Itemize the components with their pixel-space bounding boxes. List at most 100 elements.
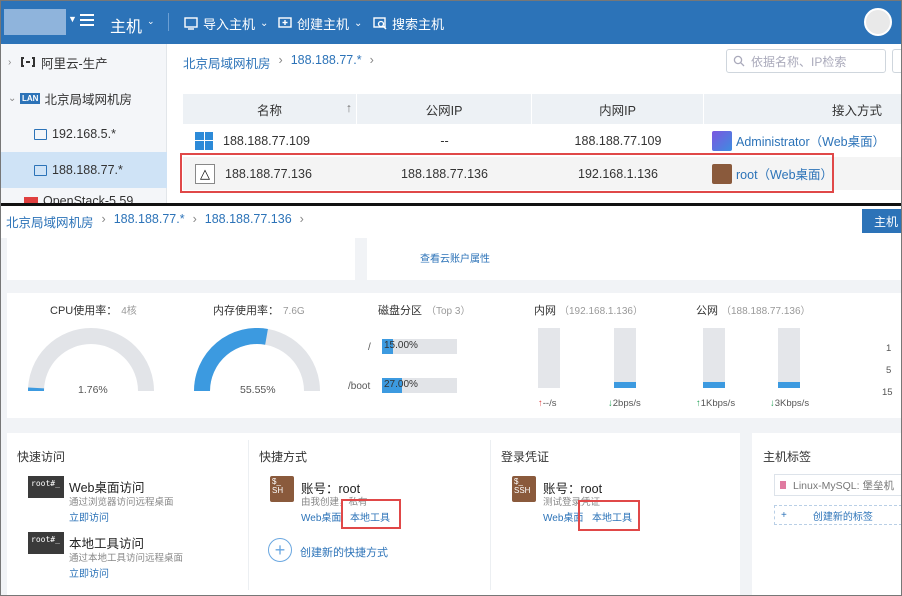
divider [248, 440, 249, 590]
tag-icon [780, 481, 786, 489]
public-down-rate: ↓3Kbps/s [770, 398, 809, 409]
disk-pct: 27.00% [384, 379, 418, 390]
private-net-label: 内网 [534, 305, 556, 317]
ssh-icon: $_ SSH [512, 476, 536, 502]
chevron-right-icon: › [8, 56, 12, 68]
host-name: 188.188.77.109 [223, 133, 310, 148]
rate-value: --/s [542, 398, 557, 409]
rate-value: 2bps/s [612, 398, 641, 409]
breadcrumb-item[interactable]: 188.188.77.* [291, 53, 362, 72]
shortcut-web-link[interactable]: Web桌面 [301, 509, 341, 524]
column-header-name[interactable]: 名称 ↑ [183, 94, 357, 124]
rate-value: 3Kbps/s [774, 398, 810, 409]
private-net-ip: （192.168.1.136） [559, 306, 643, 317]
sidebar-item-label: 192.168.5.* [52, 127, 116, 141]
logo[interactable] [4, 9, 66, 35]
sort-arrow-icon[interactable]: ↑ [346, 101, 352, 115]
import-host-label: 导入主机 [203, 17, 256, 32]
monitor-icon [34, 164, 47, 176]
quick-access-title: 快速访问 [17, 450, 66, 464]
public-up-bar [703, 328, 725, 388]
search-icon [373, 17, 387, 30]
cloud-icon [20, 56, 36, 68]
sidebar-item-label: 188.188.77.* [52, 163, 123, 177]
create-shortcut-link[interactable]: 创建新的快捷方式 [300, 544, 388, 560]
column-label: 公网IP [425, 103, 463, 118]
disk-sub: （Top 3） [426, 306, 471, 317]
breadcrumb-item[interactable]: 188.188.77.136 [205, 212, 292, 231]
sidebar-item-188-188-77[interactable]: 188.188.77.* [0, 152, 167, 188]
access-link[interactable]: Administrator（Web桌面） [736, 131, 885, 150]
search-placeholder: 依据名称、IP检索 [751, 54, 847, 69]
net-bar-fill [703, 382, 725, 388]
disk-pct: 15.00% [384, 340, 418, 351]
breadcrumb: 北京局域网机房 › 188.188.77.* › [183, 53, 374, 72]
sidebar-item-aliyun[interactable]: › 阿里云-生产 [0, 44, 167, 80]
private-up-rate: ↑--/s [538, 398, 556, 409]
create-tag-button[interactable]: + 创建新的标签 [774, 505, 902, 525]
monitor-icon [34, 128, 47, 140]
breadcrumb-item[interactable]: 北京局域网机房 [183, 53, 271, 72]
chevron-down-icon[interactable]: ⌄ [147, 16, 155, 27]
sidebar-item-beijing-lan[interactable]: ⌄ LAN 北京局域网机房 [0, 80, 167, 116]
windows-icon [195, 131, 213, 150]
info-card [7, 238, 355, 280]
web-access-link[interactable]: 立即访问 [69, 509, 109, 524]
column-label: 名称 [256, 103, 282, 118]
user-avatar[interactable] [864, 8, 892, 36]
cpu-usage-value: 1.76% [78, 384, 108, 396]
terminal-icon: root#_ [28, 476, 64, 498]
chevron-right-icon: › [278, 53, 283, 67]
plus-icon: + [781, 509, 787, 521]
disk-label: 磁盘分区 [378, 305, 422, 317]
table-header: 名称 ↑ 公网IP 内网IP 接入方式 [183, 94, 902, 124]
divider [490, 440, 491, 590]
column-header-public-ip: 公网IP [357, 94, 532, 124]
filter-button[interactable] [892, 49, 902, 73]
load-label: 1 [886, 343, 892, 354]
nav-title[interactable]: 主机 [110, 13, 142, 37]
column-label: 内网IP [599, 103, 636, 118]
load-label: 15 [882, 387, 893, 398]
chevron-down-icon: ⌄ [354, 18, 363, 29]
ssh-icon: $_ SH [270, 476, 294, 502]
private-down-bar [614, 328, 636, 388]
create-icon [278, 17, 292, 30]
cpu-label: CPU使用率： [50, 305, 118, 317]
add-icon[interactable]: + [268, 538, 292, 562]
sidebar-item-openstack[interactable]: OpenStack-5.59 [0, 188, 167, 204]
account-properties-link[interactable]: 查看云账户属性 [420, 250, 490, 265]
tag-label: Linux-MySQL: 堡垒机 [793, 479, 894, 492]
chevron-right-icon: › [299, 212, 304, 226]
rate-value: 1Kbps/s [700, 398, 736, 409]
host-button[interactable]: 主机 [862, 209, 902, 233]
host-tag[interactable]: Linux-MySQL: 堡垒机 [774, 474, 902, 496]
chevron-right-icon: › [192, 212, 197, 226]
create-host-label: 创建主机 [297, 17, 350, 32]
hamburger-menu-icon[interactable] [80, 14, 94, 26]
highlight-annotation [578, 500, 640, 531]
highlight-annotation [341, 499, 401, 529]
host-tags-title: 主机标签 [763, 450, 812, 464]
create-host-button[interactable]: 创建主机 ⌄ [278, 14, 362, 33]
chevron-right-icon: › [101, 212, 106, 226]
divider [168, 13, 169, 31]
import-icon [184, 17, 198, 30]
private-up-bar [538, 328, 560, 388]
column-header-private-ip: 内网IP [532, 94, 704, 124]
disk-mount: / [368, 342, 371, 353]
import-host-button[interactable]: 导入主机 ⌄ [184, 14, 268, 33]
chevron-down-icon[interactable]: ▼ [68, 14, 77, 24]
sidebar-item-192-168-5[interactable]: 192.168.5.* [0, 116, 167, 152]
breadcrumb-item[interactable]: 188.188.77.* [114, 212, 185, 231]
disk-bar: 27.00% [382, 378, 457, 393]
memory-label: 内存使用率： [213, 305, 279, 317]
search-input[interactable]: 依据名称、IP检索 [726, 49, 886, 73]
memory-usage-title: 内存使用率： 7.6G [213, 302, 305, 318]
cpu-cores: 4核 [121, 306, 137, 317]
disk-mount: /boot [348, 381, 371, 392]
search-host-button[interactable]: 搜索主机 [373, 14, 444, 33]
breadcrumb-item[interactable]: 北京局域网机房 [6, 212, 94, 231]
chevron-down-icon: ⌄ [8, 92, 17, 104]
local-access-link[interactable]: 立即访问 [69, 565, 109, 580]
